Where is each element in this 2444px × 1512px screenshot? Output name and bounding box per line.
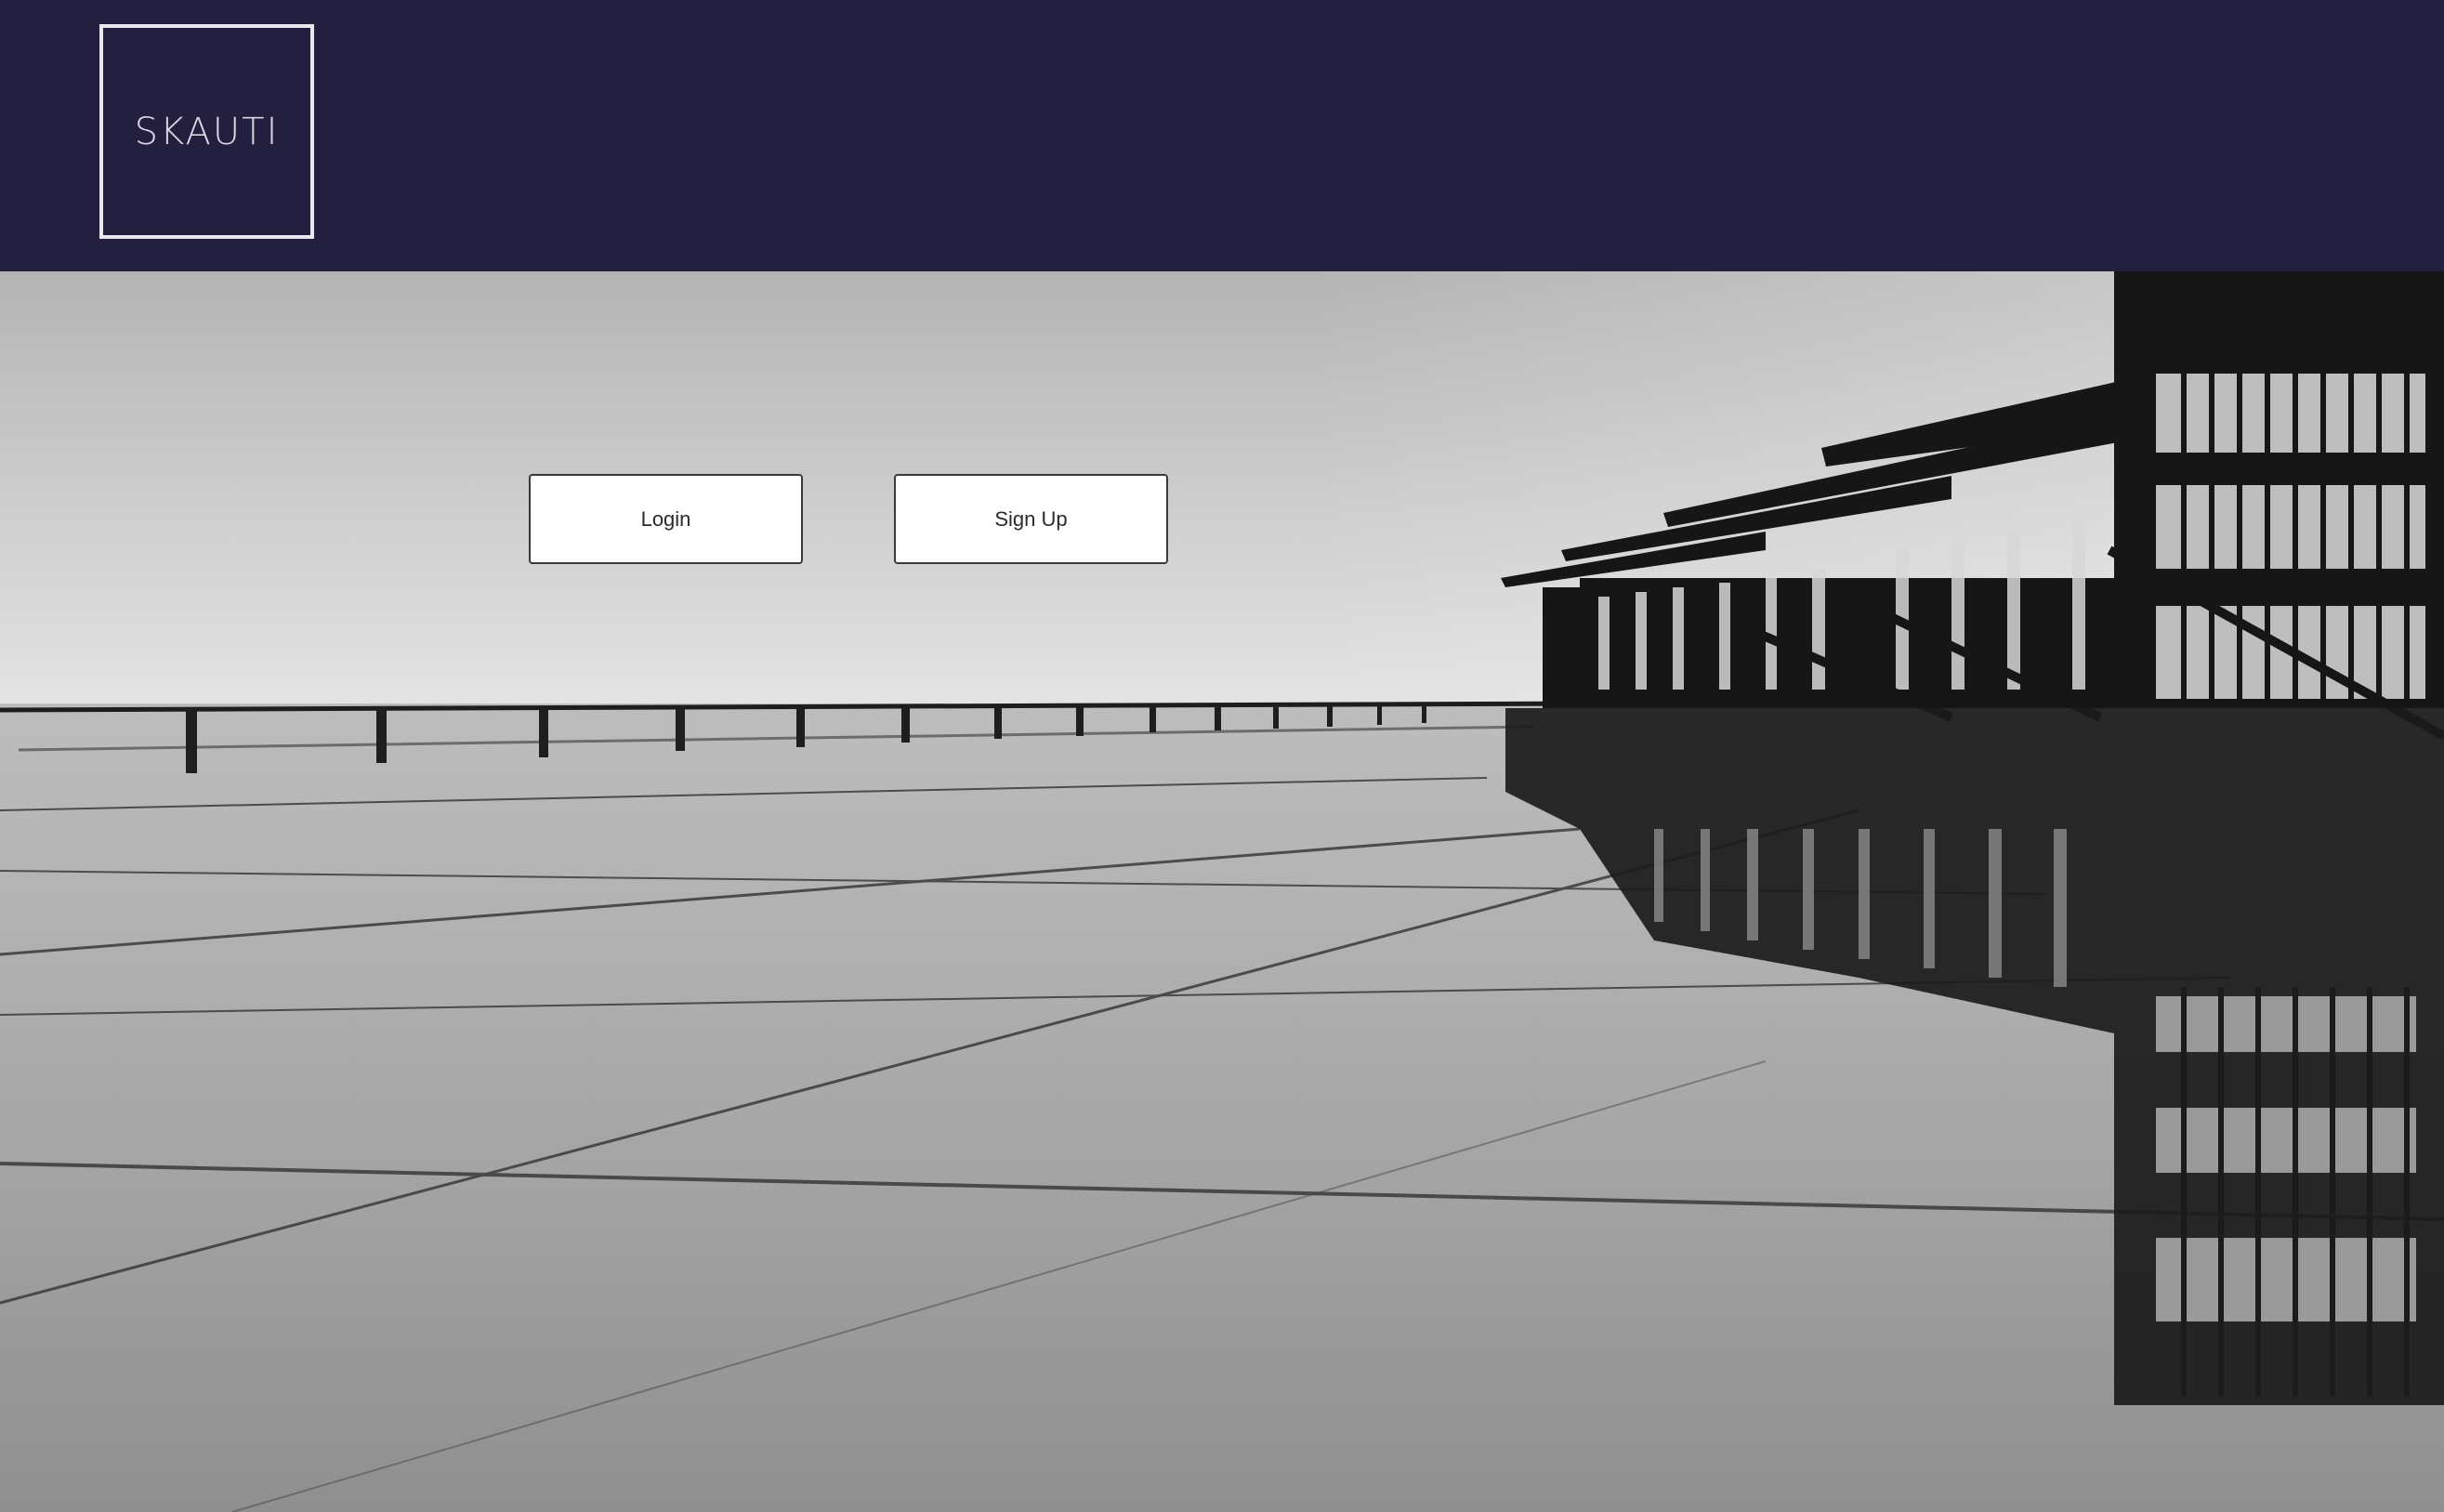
logo[interactable]: SKAUTI xyxy=(99,24,314,239)
sign-up-button[interactable]: Sign Up xyxy=(894,474,1168,564)
logo-text: SKAUTI xyxy=(134,110,280,153)
hero-background-image xyxy=(0,271,2444,1512)
login-button[interactable]: Login xyxy=(529,474,803,564)
top-header: SKAUTI xyxy=(0,0,2444,271)
